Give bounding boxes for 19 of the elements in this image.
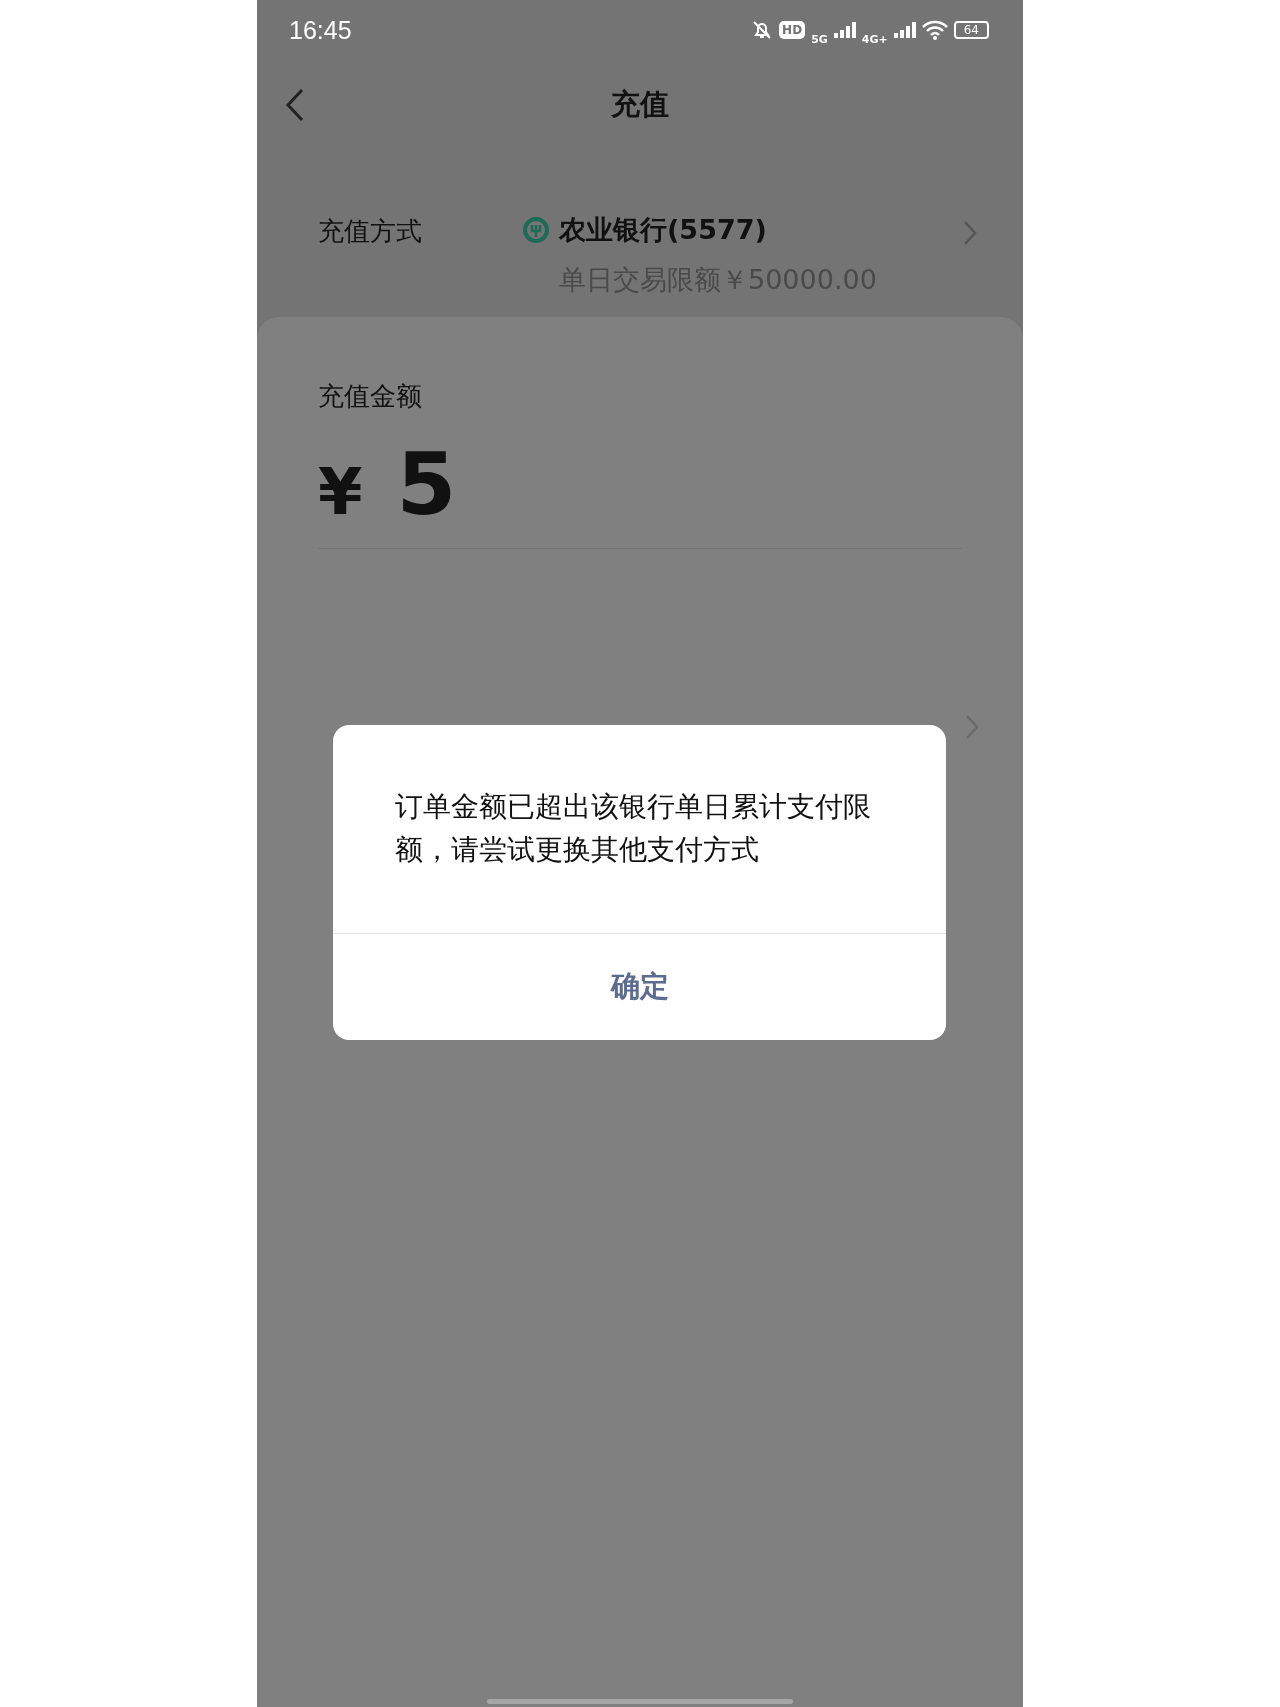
network-label: 4G+ bbox=[861, 32, 888, 46]
amount-field[interactable]: ¥ 5 bbox=[318, 434, 962, 549]
dialog-message: 订单金额已超出该银行单日累计支付限额，请尝试更换其他支付方式 bbox=[333, 725, 946, 934]
bank-logo-icon bbox=[523, 217, 549, 243]
signal-icon bbox=[893, 22, 916, 38]
confirm-button[interactable]: 确定 bbox=[333, 934, 946, 1040]
back-icon[interactable] bbox=[285, 88, 305, 122]
status-time: 16:45 bbox=[289, 15, 352, 45]
hd-badge: HD bbox=[779, 21, 806, 39]
chevron-icon[interactable] bbox=[963, 220, 977, 246]
home-indicator[interactable] bbox=[487, 1699, 793, 1704]
network-label: 5G bbox=[811, 32, 828, 46]
battery-icon: 64 bbox=[953, 21, 989, 39]
signal-icon bbox=[833, 22, 856, 38]
page-title: 充值 bbox=[611, 86, 669, 123]
method-label: 充值方式 bbox=[318, 215, 423, 248]
bank-name[interactable]: 农业银行(5577) bbox=[559, 212, 767, 248]
wifi-icon bbox=[921, 20, 948, 40]
amount-label: 充值金额 bbox=[318, 380, 423, 413]
